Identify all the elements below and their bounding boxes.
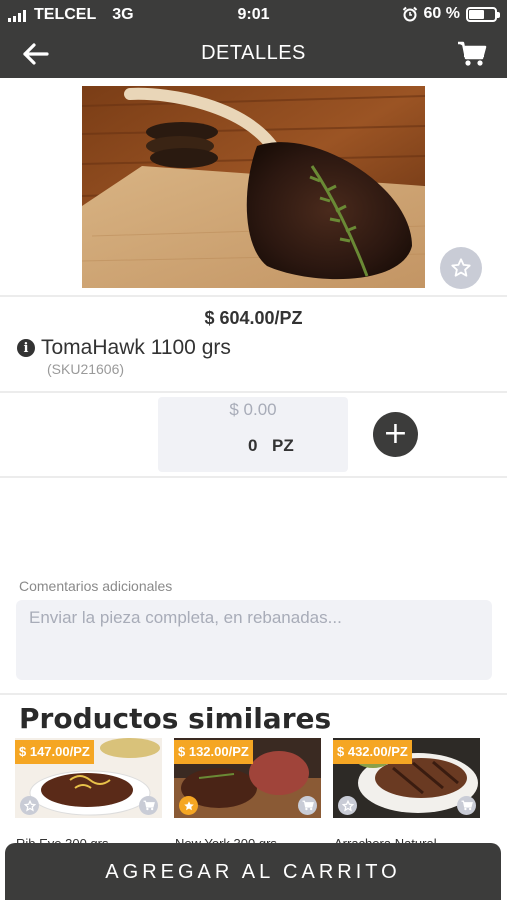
star-outline-icon — [451, 258, 471, 277]
similar-product-price: $ 147.00/PZ — [15, 740, 94, 764]
star-outline-icon[interactable] — [20, 796, 39, 815]
battery-percent: 60 % — [423, 5, 460, 22]
plus-icon[interactable]: + — [373, 412, 418, 457]
product-price: $ 604.00/PZ — [204, 308, 303, 328]
add-cart-icon[interactable] — [139, 796, 158, 815]
divider — [0, 391, 507, 393]
star-outline-icon[interactable] — [338, 796, 357, 815]
similar-product-price: $ 432.00/PZ — [333, 740, 412, 764]
divider — [0, 476, 507, 478]
similar-product-price: $ 132.00/PZ — [174, 740, 253, 764]
star-filled-icon[interactable] — [179, 796, 198, 815]
comments-input[interactable] — [16, 600, 492, 680]
battery-icon — [466, 6, 500, 22]
similar-products-list: $ 147.00/PZ Rib Eye 300 grs $ 132.00/PZ … — [15, 738, 505, 851]
similar-product-card[interactable]: $ 432.00/PZ Arrachera Natural — [333, 738, 480, 858]
status-right: 60 % — [402, 5, 500, 23]
quantity-value: 0 — [248, 436, 258, 455]
product-name-row: i TomaHawk 1100 grs — [17, 336, 231, 360]
product-sku: (SKU21606) — [47, 361, 125, 377]
similar-product-card[interactable]: $ 132.00/PZ New York 300 grs — [174, 738, 321, 858]
favorite-button[interactable] — [440, 247, 482, 289]
similar-products-title: Productos similares — [19, 702, 332, 735]
product-image — [82, 86, 425, 288]
battery-fill — [469, 9, 484, 19]
page-title: DETALLES — [201, 42, 306, 64]
quantity-subtotal: $ 0.00 — [229, 400, 277, 419]
product-name: TomaHawk 1100 grs — [41, 336, 231, 359]
add-cart-icon[interactable] — [457, 796, 476, 815]
quantity-field[interactable]: $ 0.00 0 PZ — [158, 397, 348, 472]
divider — [0, 295, 507, 297]
quantity-unit: PZ — [272, 436, 294, 455]
add-to-cart-button[interactable]: AGREGAR AL CARRITO — [5, 843, 501, 900]
comments-label: Comentarios adicionales — [19, 578, 173, 594]
shopping-cart-icon[interactable] — [457, 40, 487, 68]
add-cart-icon[interactable] — [298, 796, 317, 815]
info-icon[interactable]: i — [17, 339, 35, 357]
alarm-icon — [402, 6, 417, 22]
similar-product-card[interactable]: $ 147.00/PZ Rib Eye 300 grs — [15, 738, 162, 858]
app-header: DETALLES — [0, 30, 507, 78]
divider — [0, 693, 507, 695]
status-bar: TELCEL 3G 9:01 60 % — [0, 0, 507, 30]
